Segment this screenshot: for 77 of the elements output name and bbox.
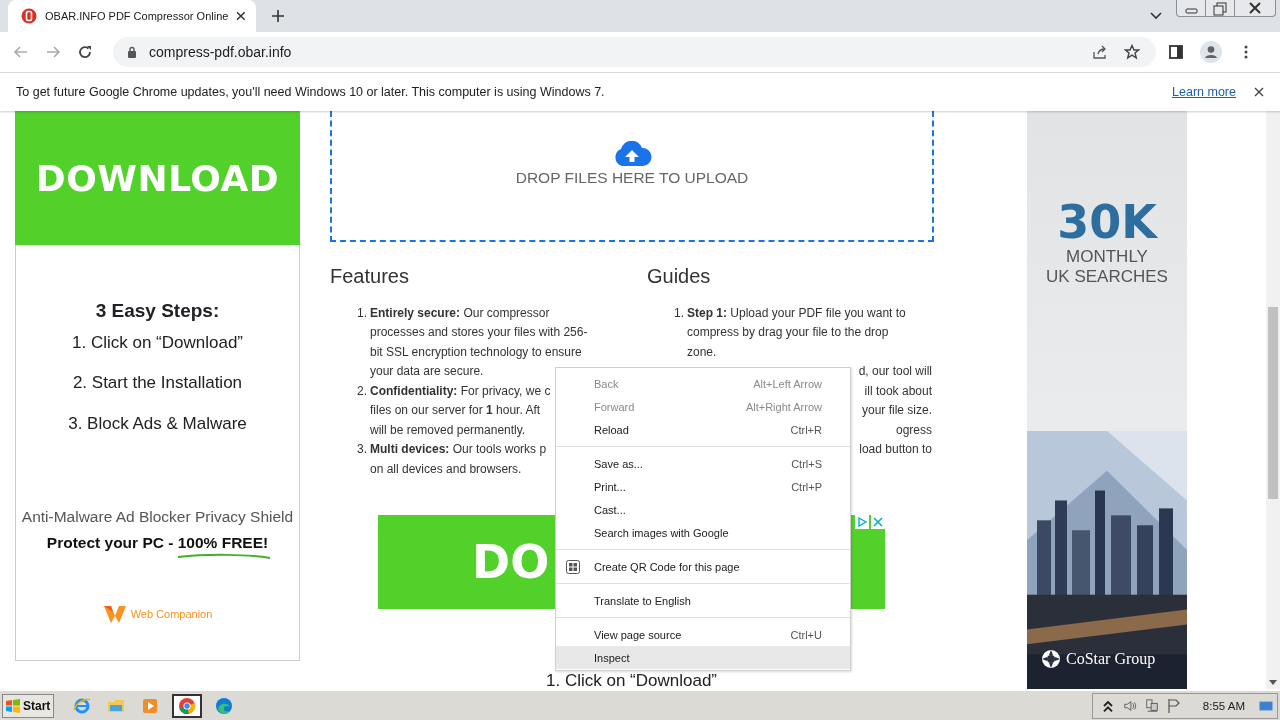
side-panel-icon[interactable] — [1168, 44, 1184, 60]
list-text: zone. — [687, 343, 718, 361]
list-text: Step 1: Upload your PDF file you want to — [687, 304, 906, 322]
ad-text: MONTHLY — [1066, 247, 1148, 267]
share-icon[interactable] — [1092, 44, 1108, 60]
chrome-icon[interactable] — [172, 693, 202, 718]
list-text: on all devices and browsers. — [370, 460, 523, 478]
list-text: compress by drag your file to the drop — [687, 324, 890, 341]
ad-panel[interactable]: DOWNLOAD 3 Easy Steps: 1. Click on “Download” 2. Start the Installation 3. Block Ads & Malware Anti-Malware Ad Blocker Privacy Shield Protect your PC - 100% FREE! Web Companion — [15, 111, 300, 661]
close-icon[interactable] — [1254, 87, 1264, 97]
list-text: Entirely secure: Our compressor — [370, 304, 551, 322]
list-text: will be removed permanently. — [370, 421, 527, 439]
list-number: 1. — [674, 304, 685, 322]
brand-name: Web Companion — [130, 607, 213, 620]
menu-item[interactable]: Create QR Code for this page — [556, 555, 850, 578]
brand-name: CoStar Group — [1066, 650, 1156, 668]
update-message: To get future Google Chrome updates, you'll need Windows 10 or later. This computer is using Windows 7. — [16, 85, 605, 99]
section-title: Guides — [647, 264, 712, 288]
learn-more-link[interactable]: Learn more — [1172, 85, 1236, 99]
list-text: your file size. — [861, 402, 932, 419]
ad-text: UK SEARCHES — [1046, 267, 1168, 287]
windows-logo-icon — [5, 697, 21, 714]
ad-step: 1. Click on “Download” — [72, 332, 243, 354]
list-text: your data are secure. — [370, 363, 485, 380]
list-text: bit SSL encryption technology to ensure — [370, 343, 583, 361]
w-logo-icon — [102, 603, 127, 624]
scrollbar[interactable] — [1266, 111, 1280, 689]
list-text: ogress — [895, 421, 932, 439]
chevron-down-icon[interactable] — [1150, 12, 1162, 20]
menu-item[interactable]: Cast... — [556, 498, 850, 521]
section-title: Features — [330, 264, 410, 288]
costar-logo-icon — [1041, 649, 1061, 669]
ad-tagline: Anti-Malware Ad Blocker Privacy Shield — [21, 507, 294, 526]
browser-tab[interactable]: OBAR.INFO PDF Compressor Online — [8, 0, 256, 32]
list-number: 3. — [357, 441, 368, 458]
scrollbar-thumb[interactable] — [1268, 307, 1278, 499]
flag-icon[interactable] — [1166, 697, 1181, 714]
start-button[interactable]: Start — [2, 693, 54, 718]
cloud-upload-icon — [612, 140, 652, 167]
list-text: Confidentiality: For privacy, we c — [370, 382, 551, 400]
ad-info-icon[interactable] — [855, 515, 869, 529]
close-icon[interactable] — [236, 11, 246, 21]
upload-label: DROP FILES HERE TO UPLOAD — [515, 168, 749, 187]
menu-item[interactable]: Inspect — [556, 646, 850, 669]
list-text: d, our tool will — [858, 363, 932, 380]
ad-offer: Protect your PC - 100% FREE! — [46, 533, 269, 551]
ad-heading: 3 Easy Steps: — [95, 300, 220, 322]
ad-panel[interactable]: 30K MONTHLY UK SEARCHES CoStar Group — [1027, 111, 1187, 689]
address-bar[interactable]: compress-pdf.obar.info — [113, 37, 1156, 67]
menu-item[interactable]: View page source Ctrl+U — [556, 623, 850, 646]
clock[interactable]: 8:55 AM — [1202, 699, 1245, 712]
list-text: processes and stores your files with 256- — [370, 324, 588, 341]
ad-figure: 30K — [1057, 197, 1157, 247]
reload-icon[interactable] — [77, 44, 93, 60]
scroll-down-icon[interactable] — [1269, 680, 1277, 685]
list-text: files on our server for 1 hour. Aft — [370, 402, 542, 419]
profile-icon[interactable] — [1200, 41, 1222, 63]
menu-item[interactable]: Reload Ctrl+R — [556, 418, 850, 441]
qr-code-icon — [566, 559, 580, 574]
lock-icon — [127, 46, 137, 58]
network-icon[interactable] — [1144, 697, 1159, 714]
ad-step: 3. Block Ads & Malware — [68, 412, 247, 434]
list-text: Multi devices: Our tools works p — [370, 441, 547, 458]
menu-item[interactable]: Print... Ctrl+P — [556, 475, 850, 498]
site-logo-icon — [21, 8, 37, 24]
new-tab-icon[interactable] — [271, 9, 285, 23]
ad-step: 1. Click on “Download” — [546, 673, 717, 689]
menu-item[interactable]: Save as... Ctrl+S — [556, 452, 850, 475]
ad-step: 2. Start the Installation — [72, 372, 243, 394]
list-text: load button to — [859, 441, 932, 458]
list-number: 1. — [357, 304, 368, 322]
star-icon[interactable] — [1124, 44, 1140, 60]
list-number: 2. — [357, 382, 368, 400]
menu-item[interactable]: Search images with Google — [556, 521, 850, 544]
menu-item[interactable]: Translate to English — [556, 589, 850, 612]
list-text: ill took about — [864, 382, 932, 400]
upload-dropzone[interactable]: DROP FILES HERE TO UPLOAD — [330, 111, 934, 242]
